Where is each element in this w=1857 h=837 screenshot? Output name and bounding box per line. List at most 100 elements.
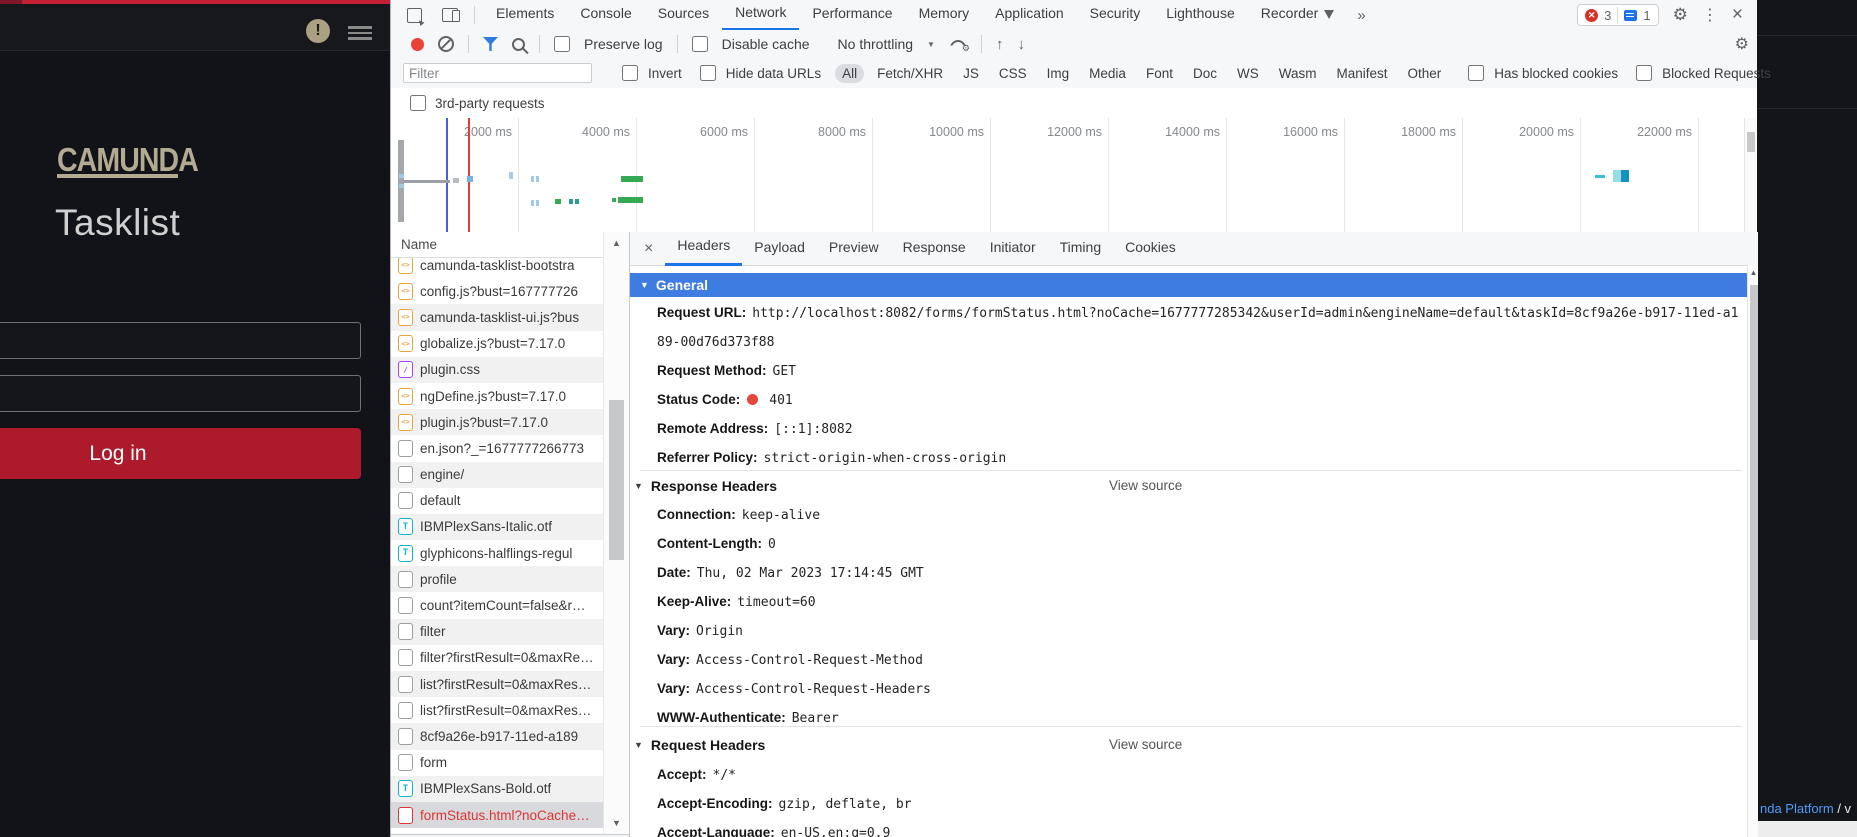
details-tab-initiator[interactable]: Initiator (978, 232, 1048, 263)
tab-console[interactable]: Console (567, 0, 644, 28)
scrollbar-thumb[interactable] (1750, 285, 1758, 640)
view-source-link[interactable]: View source (1109, 737, 1182, 752)
search-icon[interactable] (512, 37, 525, 51)
request-row[interactable]: count?itemCount=false&r… (391, 592, 603, 618)
inspect-element-icon[interactable] (407, 7, 422, 23)
name-column-header[interactable]: Name (391, 232, 629, 258)
request-list-scrollbar[interactable]: ▲ ▼ (603, 232, 629, 834)
tab-lighthouse[interactable]: Lighthouse (1153, 0, 1248, 28)
general-section-header[interactable]: ▼ General (630, 273, 1747, 297)
view-source-link[interactable]: View source (1109, 478, 1182, 493)
request-row[interactable]: <> globalize.js?bust=7.17.0 (391, 331, 603, 357)
details-tab-response[interactable]: Response (891, 232, 978, 263)
disable-cache-checkbox[interactable] (691, 36, 708, 52)
details-scrollbar[interactable]: ▲ (1747, 265, 1758, 837)
tab-memory[interactable]: Memory (906, 0, 983, 28)
filter-chip-css[interactable]: CSS (992, 64, 1034, 83)
details-tab-cookies[interactable]: Cookies (1113, 232, 1188, 263)
details-tab-headers[interactable]: Headers (665, 232, 743, 266)
waterfall-mark (569, 199, 573, 204)
login-button[interactable]: Log in (0, 428, 361, 479)
clear-network-log-icon[interactable] (438, 36, 454, 52)
third-party-checkbox[interactable] (410, 95, 426, 111)
filter-chip-all[interactable]: All (835, 63, 865, 83)
blocked-requests-checkbox[interactable] (1636, 65, 1653, 81)
request-row[interactable]: 8cf9a26e-b917-11ed-a189 (391, 723, 603, 750)
request-row[interactable]: form (391, 750, 603, 776)
response-headers-section-header[interactable]: ▼ Response Headers (634, 476, 777, 496)
filter-chip-doc[interactable]: Doc (1186, 64, 1224, 83)
request-row[interactable]: filter?firstResult=0&maxRe… (391, 645, 603, 671)
tab-sources[interactable]: Sources (645, 0, 722, 28)
import-har-icon[interactable]: ↑ (996, 36, 1004, 53)
tab-recorder[interactable]: Recorder (1248, 0, 1348, 28)
request-row[interactable]: T IBMPlexSans-Italic.otf (391, 513, 603, 541)
camunda-logo-underline (57, 174, 178, 178)
username-field[interactable] (0, 322, 361, 359)
device-toolbar-icon[interactable] (442, 8, 460, 22)
request-row[interactable]: <> ngDefine.js?bust=7.17.0 (391, 383, 603, 409)
filter-chip-manifest[interactable]: Manifest (1329, 64, 1394, 83)
more-options-icon[interactable]: ⋮ (1702, 5, 1718, 25)
request-row[interactable]: engine/ (391, 461, 603, 488)
camunda-platform-link[interactable]: nda Platform (1760, 801, 1834, 816)
preserve-log-checkbox[interactable] (554, 36, 570, 52)
request-row[interactable]: default (391, 488, 603, 514)
request-row[interactable]: <> plugin.js?bust=7.17.0 (391, 409, 603, 436)
details-tab-timing[interactable]: Timing (1048, 232, 1114, 263)
password-field[interactable] (0, 375, 361, 412)
tab-application[interactable]: Application (982, 0, 1077, 28)
filter-chip-other[interactable]: Other (1401, 64, 1449, 83)
request-row[interactable]: <> camunda-tasklist-bootstra (391, 258, 603, 278)
network-overview-timeline[interactable]: 2000 ms 4000 ms 6000 ms 8000 ms 10000 ms 1200… (391, 118, 1757, 233)
tab-network[interactable]: Network (722, 0, 800, 31)
request-headers-section-header[interactable]: ▼ Request Headers (634, 735, 765, 755)
has-blocked-cookies-checkbox[interactable] (1468, 65, 1485, 81)
filter-chip-wasm[interactable]: Wasm (1272, 64, 1324, 83)
request-row[interactable]: <> camunda-tasklist-ui.js?bus (391, 304, 603, 331)
request-row[interactable]: <> config.js?bust=167777726 (391, 278, 603, 304)
export-har-icon[interactable]: ↓ (1017, 36, 1025, 53)
more-tabs-icon[interactable]: » (1347, 7, 1375, 24)
filter-chip-img[interactable]: Img (1040, 64, 1077, 83)
scroll-down-icon[interactable]: ▼ (604, 818, 629, 828)
details-tab-preview[interactable]: Preview (817, 232, 891, 263)
tab-security[interactable]: Security (1077, 0, 1154, 28)
filter-input[interactable] (403, 63, 592, 83)
scrollbar-thumb[interactable] (609, 400, 624, 560)
network-conditions-icon[interactable] (949, 38, 970, 54)
settings-gear-icon[interactable]: ⚙ (1673, 5, 1688, 25)
filter-chip-media[interactable]: Media (1082, 64, 1133, 83)
record-network-log-icon[interactable] (411, 37, 424, 51)
throttling-select[interactable]: No throttling (838, 36, 913, 52)
request-row[interactable]: en.json?_=1677777266773 (391, 435, 603, 461)
invert-checkbox[interactable] (622, 65, 638, 81)
filter-chip-ws[interactable]: WS (1230, 64, 1266, 83)
details-tab-payload[interactable]: Payload (742, 232, 817, 263)
request-row[interactable]: T IBMPlexSans-Bold.otf (391, 775, 603, 802)
request-row[interactable]: formStatus.html?noCache… (391, 801, 603, 829)
request-row[interactable]: profile (391, 566, 603, 593)
filter-funnel-icon[interactable] (483, 37, 498, 51)
tab-elements[interactable]: Elements (483, 0, 567, 28)
close-details-icon[interactable]: × (630, 240, 665, 258)
filter-chip-font[interactable]: Font (1139, 64, 1180, 83)
filter-chip-js[interactable]: JS (956, 64, 986, 83)
scroll-up-icon[interactable]: ▲ (604, 238, 629, 248)
hide-data-urls-checkbox[interactable] (699, 65, 716, 81)
error-issue-badges[interactable]: ✕ 3 1 (1577, 4, 1659, 26)
tab-performance[interactable]: Performance (799, 0, 905, 28)
scroll-up-icon[interactable]: ▲ (1748, 268, 1758, 277)
hamburger-menu-icon[interactable] (348, 26, 372, 40)
chevron-down-icon[interactable]: ▼ (927, 40, 935, 49)
network-settings-gear-icon[interactable]: ⚙ (1735, 34, 1749, 54)
request-row[interactable]: / plugin.css (391, 356, 603, 383)
request-row[interactable]: list?firstResult=0&maxRes… (391, 697, 603, 723)
request-row[interactable]: filter (391, 618, 603, 645)
notification-exclamation-icon[interactable]: ! (306, 19, 330, 43)
request-row[interactable]: Tglyphicons-halflings-regul (391, 540, 603, 566)
request-row[interactable]: list?firstResult=0&maxRes… (391, 671, 603, 698)
filter-chip-fetch-xhr[interactable]: Fetch/XHR (870, 64, 950, 83)
close-devtools-icon[interactable]: × (1732, 4, 1743, 26)
overview-scrollbar[interactable] (1744, 118, 1757, 232)
